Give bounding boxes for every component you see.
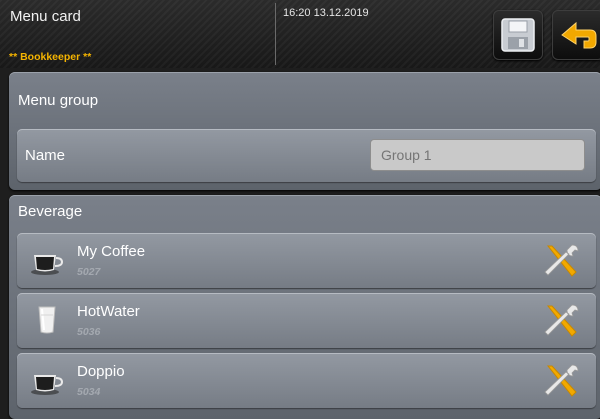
floppy-disk-icon bbox=[501, 18, 535, 52]
beverage-row[interactable]: Doppio 5034 bbox=[17, 353, 596, 408]
date-time: 16:20 13.12.2019 bbox=[283, 7, 369, 19]
water-glass-icon bbox=[38, 306, 56, 334]
tools-wrench-screwdriver-icon[interactable] bbox=[542, 242, 580, 280]
beverage-panel: Beverage My Coffee 5027 HotWater 5036 Do… bbox=[9, 195, 600, 419]
beverage-name: Doppio bbox=[77, 363, 125, 380]
beverage-code: 5036 bbox=[77, 326, 101, 338]
beverage-row[interactable]: My Coffee 5027 bbox=[17, 233, 596, 288]
name-label: Name bbox=[25, 147, 66, 164]
beverage-code: 5027 bbox=[77, 266, 101, 278]
beverage-title: Beverage bbox=[18, 203, 83, 220]
back-arrow-icon bbox=[561, 21, 597, 49]
name-field-row: Name bbox=[17, 129, 596, 182]
beverage-code: 5034 bbox=[77, 386, 101, 398]
group-name-input[interactable] bbox=[370, 139, 585, 171]
menu-group-panel: Menu group Name bbox=[9, 72, 600, 190]
app-title: Menu card bbox=[10, 8, 81, 25]
beverage-row[interactable]: HotWater 5036 bbox=[17, 293, 596, 348]
back-button[interactable] bbox=[552, 10, 600, 60]
beverage-name: HotWater bbox=[77, 303, 140, 320]
tools-wrench-screwdriver-icon[interactable] bbox=[542, 362, 580, 400]
menu-group-title: Menu group bbox=[18, 92, 99, 109]
header-divider bbox=[275, 3, 276, 65]
save-button[interactable] bbox=[493, 10, 543, 60]
tools-wrench-screwdriver-icon[interactable] bbox=[542, 302, 580, 340]
espresso-cup-icon bbox=[31, 255, 64, 275]
beverage-name: My Coffee bbox=[77, 243, 146, 260]
top-bar: Menu card ** Bookkeeper ** 16:20 13.12.2… bbox=[0, 0, 600, 68]
espresso-cup-icon bbox=[31, 375, 64, 395]
user-role-label: ** Bookkeeper ** bbox=[9, 51, 92, 63]
